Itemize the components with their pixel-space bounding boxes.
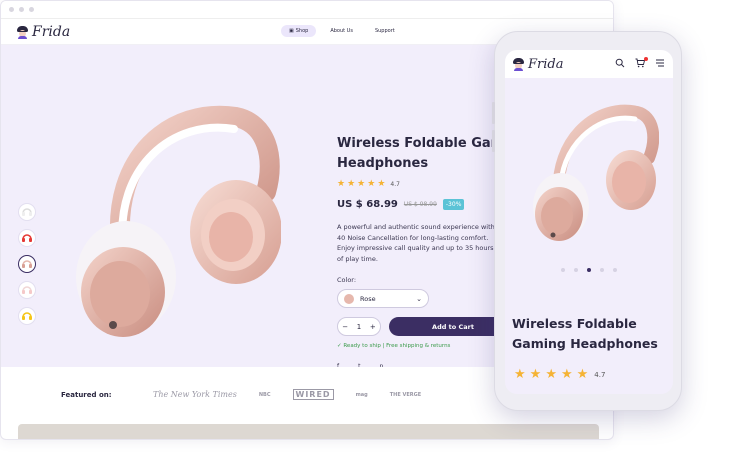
mobile-brand-logo[interactable]: Frida	[513, 57, 563, 72]
menu-item-shop[interactable]: ▣ Shop	[281, 25, 317, 37]
the-verge-logo: THE VERGE	[389, 391, 422, 398]
frida-face-icon	[17, 25, 28, 39]
phone-side-button	[492, 102, 495, 124]
brand-logo[interactable]: Frida	[17, 24, 70, 40]
menu-item-support[interactable]: Support	[367, 25, 403, 37]
color-swatch	[344, 293, 354, 304]
mobile-phone-mockup: Frida Wireless Foldable Gaming Headphone…	[492, 31, 682, 411]
mobile-rating-value: 4.7	[594, 370, 606, 379]
product-title: Wireless Foldable Gaming Headphones	[337, 136, 528, 171]
thumbnail-rose[interactable]	[18, 255, 36, 273]
window-dot-icon	[19, 7, 24, 12]
discount-badge: -30%	[442, 199, 465, 210]
quantity-stepper: − 1 +	[337, 317, 382, 336]
color-thumbnails	[18, 203, 36, 325]
chevron-down-icon: ⌄	[416, 294, 422, 303]
wired-logo: WIRED	[292, 389, 334, 400]
bag-icon: ▣	[289, 28, 294, 34]
mobile-product-image	[533, 104, 659, 241]
hamburger-menu-icon[interactable]	[655, 58, 665, 68]
star-half-icon: ★	[377, 179, 386, 189]
price: US $ 68.99	[337, 199, 398, 210]
window-dot-icon	[29, 7, 34, 12]
star-icon: ★	[347, 179, 356, 189]
color-label: Color:	[337, 276, 357, 284]
search-icon[interactable]	[615, 58, 625, 68]
frida-face-icon	[513, 58, 524, 71]
star-icon: ★	[545, 367, 557, 382]
carousel-dot[interactable]	[574, 268, 578, 272]
headphones-red-icon	[22, 234, 32, 242]
nyt-logo: The New York Times	[153, 390, 237, 399]
product-headphones-image	[76, 105, 281, 337]
nbc-logo: NBC	[258, 391, 271, 398]
carousel-dot[interactable]	[561, 268, 565, 272]
headphones-pink-icon	[22, 286, 32, 294]
carousel-dot-active[interactable]	[587, 268, 591, 272]
publication-logos: The New York Times NBC WIRED mag THE VER…	[153, 389, 421, 400]
product-description: A powerful and authentic sound experienc…	[337, 223, 495, 263]
stage: Frida ▣ Shop About Us Support Wireless F…	[0, 0, 740, 455]
mobile-product-title: Wireless Foldable Gaming Headphones	[512, 316, 658, 351]
star-icon: ★	[367, 179, 376, 189]
shipping-info: ✓ Ready to ship | Free shipping & return…	[337, 343, 451, 349]
magazine-logo: mag	[355, 391, 368, 398]
decrement-button[interactable]: −	[342, 323, 348, 331]
product-info: Wireless Foldable Gaming Headphones ★ ★ …	[337, 134, 528, 370]
thumbnail-white[interactable]	[18, 203, 36, 221]
star-icon: ★	[560, 367, 573, 382]
cart-row: − 1 + Add to Cart	[337, 317, 517, 336]
product-rating: ★ ★ ★ ★ ★ 4.7	[337, 180, 517, 189]
carousel-dot[interactable]	[600, 268, 604, 272]
star-icon: ★	[337, 179, 346, 189]
phone-side-button	[492, 130, 495, 152]
browser-chrome	[1, 1, 613, 19]
thumbnail-red[interactable]	[18, 229, 36, 247]
star-half-icon: ★	[576, 367, 589, 382]
lifestyle-image-strip	[18, 424, 599, 439]
mobile-brand-name: Frida	[528, 56, 564, 72]
window-dot-icon	[9, 7, 14, 12]
carousel-dot[interactable]	[613, 268, 617, 272]
brand-name: Frida	[32, 23, 71, 40]
mobile-screen: Frida Wireless Foldable Gaming Headphone…	[505, 50, 673, 394]
mobile-rating: ★ ★ ★ ★ ★ 4.7	[514, 367, 606, 382]
color-select-value: Rose	[360, 294, 376, 303]
star-icon: ★	[529, 367, 542, 382]
headphones-rose-icon	[22, 260, 32, 268]
thumbnail-white-pink[interactable]	[18, 281, 36, 299]
menu-item-about-us[interactable]: About Us	[322, 25, 361, 37]
color-select[interactable]: Rose ⌄	[337, 289, 429, 308]
cart-badge-dot	[644, 57, 648, 61]
mobile-header-icons	[615, 58, 665, 68]
thumbnail-yellow[interactable]	[18, 307, 36, 325]
increment-button[interactable]: +	[370, 323, 376, 331]
carousel-dots	[561, 268, 617, 272]
rating-value: 4.7	[390, 181, 400, 188]
price-row: US $ 68.99 US $ 98.99 -30%	[337, 199, 517, 210]
headphones-yellow-icon	[22, 312, 32, 320]
headphones-white-icon	[22, 208, 32, 216]
star-icon: ★	[357, 179, 366, 189]
quantity-value[interactable]: 1	[357, 323, 361, 331]
star-icon: ★	[514, 367, 526, 382]
main-menu: ▣ Shop About Us Support	[281, 25, 403, 37]
old-price: US $ 98.99	[403, 201, 437, 208]
featured-label: Featured on:	[61, 391, 112, 399]
mobile-header: Frida	[505, 50, 673, 78]
